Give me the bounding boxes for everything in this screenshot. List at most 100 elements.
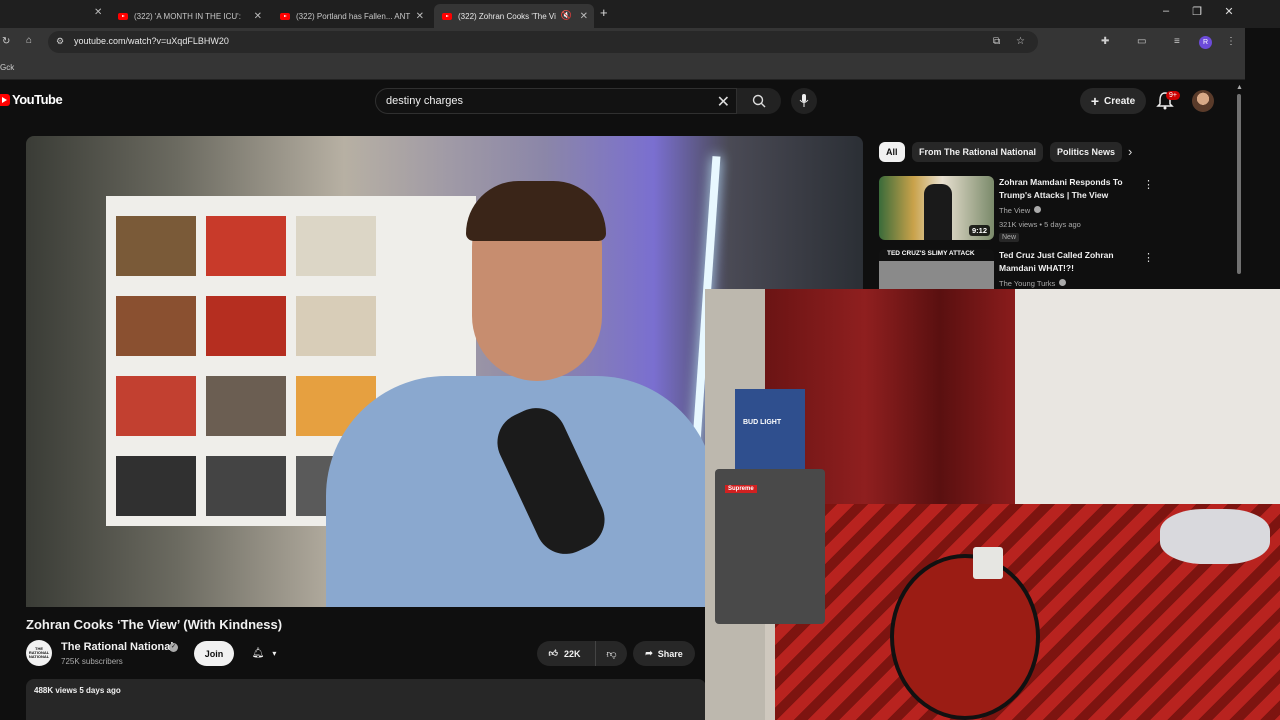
tab-zohran-cooks[interactable]: (322) Zohran Cooks 'The Vi 🔇 ✕ [434, 4, 594, 28]
more-options-icon[interactable]: ⋮ [1143, 178, 1154, 191]
scroll-up-arrow-icon[interactable]: ▲ [1236, 84, 1243, 91]
voice-search-button[interactable] [791, 88, 817, 114]
recommendation-channel[interactable]: The Young Turks [999, 279, 1067, 288]
youtube-wordmark: YouTube [12, 92, 63, 107]
media-control-icon[interactable]: ≡ [1174, 36, 1180, 47]
side-panel-icon[interactable]: ▭ [1137, 36, 1146, 47]
maximize-button[interactable]: ❐ [1187, 5, 1207, 18]
search-input[interactable]: destiny charges ✕ [375, 88, 737, 114]
video-duration: 9:12 [968, 225, 990, 236]
share-label: Share [657, 648, 683, 659]
views-and-date: 488K views 5 days ago [34, 686, 121, 695]
webcam-sticker: Supreme [725, 485, 757, 493]
webcam-overlay: BUD LIGHT Supreme [705, 289, 1280, 720]
channel-label: The View [999, 206, 1031, 215]
share-arrow-icon: ➦ [645, 648, 653, 658]
like-button[interactable]: 👍︎ 22K [537, 641, 592, 666]
create-label: Create [1104, 95, 1136, 107]
video-thumbnail[interactable]: 9:12 [879, 176, 994, 240]
webcam-round-object [890, 554, 1040, 720]
recommendation-title[interactable]: Ted Cruz Just Called Zohran Mamdani WHAT… [999, 249, 1139, 275]
recommendation-title[interactable]: Zohran Mamdani Responds To Trump's Attac… [999, 176, 1139, 202]
reload-icon[interactable]: ↻ [2, 36, 10, 47]
recommendation-meta: 321K views • 5 days ago [999, 220, 1081, 229]
presenter-hair [466, 181, 606, 241]
chip-from-channel[interactable]: From The Rational National [912, 142, 1044, 162]
thumbs-up-icon: 👍︎ [548, 648, 558, 658]
thumbnail-caption: TED CRUZ'S SLIMY ATTACK [887, 250, 975, 257]
browser-menu-icon[interactable]: ⋮ [1226, 36, 1236, 47]
like-dislike-group: 👍︎ 22K 👎︎ [537, 641, 627, 666]
address-bar[interactable]: ⚙ youtube.com/watch?v=uXqdFLBHW20 ☆ ⧉ [48, 31, 1038, 53]
close-tab-icon[interactable]: ✕ [580, 11, 588, 22]
close-window-button[interactable]: ✕ [1219, 5, 1239, 18]
chip-all[interactable]: All [879, 142, 905, 162]
recommendation-item[interactable]: TED CRUZ'S SLIMY ATTACK Ted Cruz Just Ca… [879, 249, 1159, 289]
share-button[interactable]: ➦ Share [633, 641, 695, 666]
close-tab-icon[interactable]: ✕ [254, 11, 262, 22]
chevron-down-icon: ▾ [272, 649, 277, 658]
microphone-icon [799, 94, 809, 107]
chevron-right-icon[interactable]: › [1128, 144, 1132, 159]
tab-month-in-icu[interactable]: (322) 'A MONTH IN THE ICU': ✕ [110, 4, 268, 28]
scrollbar-thumb[interactable] [1237, 94, 1241, 274]
verified-check-icon [1034, 206, 1042, 213]
url-text[interactable]: youtube.com/watch?v=uXqdFLBHW20 [74, 36, 229, 46]
box-label: BUD LIGHT [743, 419, 782, 426]
tab-label: (322) Zohran Cooks 'The Vi [458, 11, 556, 21]
webcam-cup [973, 547, 1003, 579]
more-options-icon[interactable]: ⋮ [1143, 251, 1154, 264]
site-info-icon[interactable]: ⚙ [56, 36, 64, 47]
tab-portland[interactable]: (322) Portland has Fallen... ANT ✕ [272, 4, 430, 28]
youtube-logo[interactable]: YouTube [0, 92, 63, 107]
account-avatar[interactable] [1192, 90, 1214, 112]
youtube-play-icon [0, 93, 10, 106]
webcam-box: BUD LIGHT [735, 389, 805, 469]
close-tab-icon[interactable]: ✕ [94, 7, 102, 18]
webcam-pillow [1160, 509, 1270, 564]
channel-avatar[interactable]: THE RATIONAL NATIONAL [26, 640, 52, 666]
webcam-back-wall [1015, 289, 1280, 529]
subscription-bell-button[interactable]: 🔔︎ ▾ [240, 641, 288, 666]
bookmark-star-icon[interactable]: ☆ [1016, 36, 1025, 47]
new-tab-button[interactable]: + [600, 5, 608, 20]
home-icon[interactable]: ⌂ [26, 35, 32, 46]
search-query[interactable]: destiny charges [386, 95, 463, 107]
search-button[interactable] [737, 88, 781, 114]
thumbnail-figure [924, 184, 952, 240]
close-tab-icon[interactable]: ✕ [416, 11, 424, 22]
minimize-button[interactable]: – [1156, 5, 1176, 17]
browser-toolbar: ↻ ⌂ ⚙ youtube.com/watch?v=uXqdFLBHW20 ☆ … [0, 28, 1245, 56]
new-badge: New [999, 233, 1020, 242]
bookmark-item[interactable]: Gck [0, 63, 14, 72]
verified-check-icon: ✓ [169, 643, 178, 652]
youtube-favicon-icon [118, 12, 128, 20]
youtube-favicon-icon [280, 12, 290, 20]
channel-label: The Young Turks [999, 279, 1056, 288]
video-title: Zohran Cooks ‘The View’ (With Kindness) [26, 617, 283, 632]
thumbs-down-icon: 👎︎ [606, 648, 617, 660]
extensions-icon[interactable]: ✚ [1101, 36, 1109, 47]
recommendation-channel[interactable]: The View [999, 206, 1042, 215]
like-count: 22K [563, 648, 581, 659]
browser-tab-bar: ✕ (322) 'A MONTH IN THE ICU': ✕ (322) Po… [0, 0, 1280, 28]
install-app-icon[interactable]: ⧉ [993, 36, 1000, 47]
mute-speaker-icon[interactable]: 🔇 [561, 10, 572, 21]
tab-label: (322) Portland has Fallen... ANT [296, 11, 411, 21]
notification-count-badge: 9+ [1166, 91, 1180, 100]
subscriber-count: 725K subscribers [61, 657, 123, 666]
bell-icon: 🔔︎ [251, 648, 265, 659]
dislike-button[interactable]: 👎︎ [595, 641, 627, 666]
bookmarks-bar: Gck [0, 56, 1245, 80]
profile-avatar[interactable]: R [1199, 36, 1212, 49]
youtube-favicon-icon [442, 12, 452, 20]
description-box[interactable]: 488K views 5 days ago [26, 679, 706, 720]
join-button[interactable]: Join [194, 641, 234, 666]
clear-search-icon[interactable]: ✕ [717, 92, 730, 112]
tab-label: (322) 'A MONTH IN THE ICU': [134, 11, 241, 21]
chip-politics-news[interactable]: Politics News [1050, 142, 1123, 162]
recommendation-item[interactable]: 9:12 Zohran Mamdani Responds To Trump's … [879, 176, 1159, 242]
channel-name[interactable]: The Rational National [61, 641, 173, 653]
video-thumbnail[interactable]: TED CRUZ'S SLIMY ATTACK [879, 249, 994, 289]
create-button[interactable]: + Create [1080, 88, 1146, 114]
